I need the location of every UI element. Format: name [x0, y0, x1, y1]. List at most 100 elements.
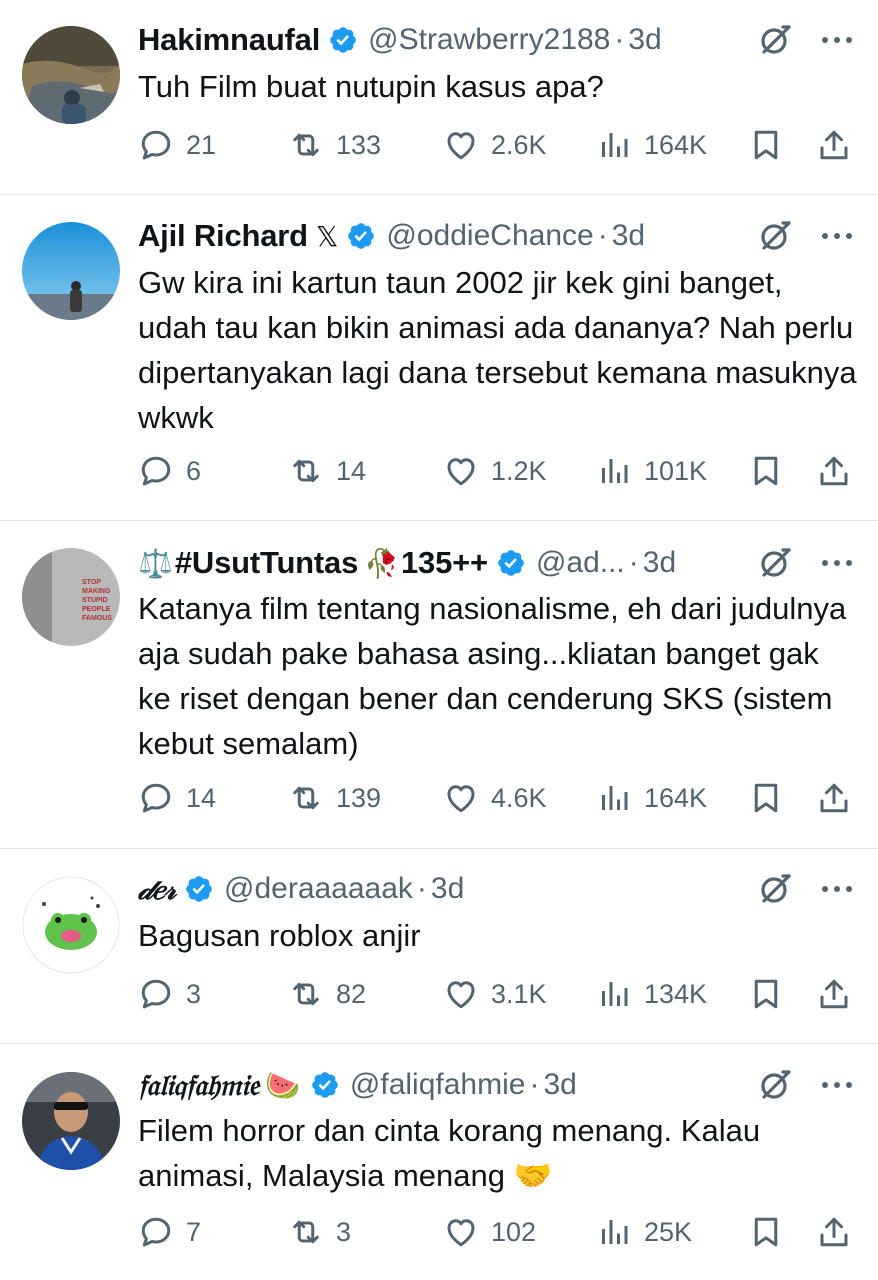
bookmark-button[interactable]	[748, 451, 784, 491]
share-button[interactable]	[816, 974, 852, 1014]
tweet-text: Katanya film tentang nasionalisme, eh da…	[138, 591, 847, 761]
avatar[interactable]	[22, 26, 120, 124]
action-bar: 6 14 1.2K 101K	[138, 451, 858, 491]
timestamp[interactable]: 3d	[612, 219, 645, 253]
share-button[interactable]	[816, 778, 852, 818]
action-bar: 7 3 102 25K	[138, 1212, 858, 1252]
verified-badge-icon	[346, 221, 376, 251]
repost-button[interactable]: 14	[288, 451, 366, 491]
views-icon	[596, 976, 632, 1012]
grok-icon[interactable]	[758, 871, 794, 907]
tweet-header: Hakimnaufal @Strawberry2188 · 3d	[138, 20, 848, 60]
bookmark-button[interactable]	[748, 974, 784, 1014]
reply-button[interactable]: 14	[138, 778, 216, 818]
verified-badge-icon	[328, 25, 358, 55]
avatar[interactable]	[22, 876, 120, 974]
grok-icon[interactable]	[758, 1067, 794, 1103]
action-bar: 21 133 2.6K 164K	[138, 125, 858, 165]
display-name[interactable]: 𝔣𝔞𝔩𝔦𝔮𝔣𝔞𝔥𝔪𝔦𝔢	[138, 1068, 259, 1103]
repost-button[interactable]: 133	[288, 125, 381, 165]
avatar[interactable]: STOP MAKING STUPID PEOPLE FAMOUS	[22, 548, 120, 646]
reply-button[interactable]: 7	[138, 1212, 201, 1252]
reply-feed: Hakimnaufal @Strawberry2188 · 3d Tuh Fil…	[0, 0, 878, 1280]
like-icon	[443, 453, 479, 489]
like-icon	[443, 780, 479, 816]
display-name-suffix[interactable]: 135++	[401, 545, 488, 581]
timestamp[interactable]: 3d	[431, 872, 464, 906]
action-bar: 3 82 3.1K 134K	[138, 974, 858, 1014]
grok-icon[interactable]	[758, 22, 794, 58]
view-count: 134K	[644, 978, 708, 1009]
timestamp[interactable]: 3d	[628, 23, 661, 57]
like-button[interactable]: 3.1K	[443, 974, 547, 1014]
reply-icon	[138, 1214, 174, 1250]
like-button[interactable]: 1.2K	[443, 451, 547, 491]
views-button[interactable]: 164K	[596, 778, 707, 818]
avatar-text-line: STUPID	[82, 597, 108, 604]
separator-dot: ·	[614, 23, 625, 56]
reply-button[interactable]: 6	[138, 451, 201, 491]
like-count: 4.6K	[491, 782, 547, 813]
handle[interactable]: @faliqfahmie	[350, 1068, 526, 1102]
grok-icon[interactable]	[758, 545, 794, 581]
avatar[interactable]	[22, 1072, 120, 1170]
verified-badge-icon	[496, 548, 526, 578]
tweet-text: Tuh Film buat nutupin kasus apa?	[138, 69, 604, 104]
views-icon	[596, 780, 632, 816]
display-name[interactable]: #UsutTuntas	[175, 545, 358, 581]
rose-emoji: 🥀	[364, 547, 399, 579]
share-button[interactable]	[816, 451, 852, 491]
divider	[0, 848, 878, 849]
bookmark-icon	[748, 1214, 784, 1250]
display-name[interactable]: 𝒹𝑒𝓇	[138, 872, 176, 907]
reply-icon	[138, 453, 174, 489]
like-button[interactable]: 4.6K	[443, 778, 547, 818]
reply-button[interactable]: 21	[138, 125, 216, 165]
share-icon	[816, 976, 852, 1012]
like-icon	[443, 127, 479, 163]
grok-icon[interactable]	[758, 218, 794, 254]
more-icon[interactable]	[820, 35, 854, 45]
more-icon[interactable]	[820, 231, 854, 241]
handle[interactable]: @ad...	[536, 546, 625, 580]
repost-count: 139	[336, 782, 382, 813]
reply-button[interactable]: 3	[138, 974, 201, 1014]
timestamp[interactable]: 3d	[643, 546, 676, 580]
handle[interactable]: @Strawberry2188	[368, 23, 610, 57]
more-icon[interactable]	[820, 558, 854, 568]
bookmark-button[interactable]	[748, 778, 784, 818]
like-button[interactable]: 102	[443, 1212, 536, 1252]
repost-button[interactable]: 82	[288, 974, 366, 1014]
tweet-header: 𝒹𝑒𝓇 @deraaaaaak · 3d	[138, 869, 848, 909]
repost-icon	[288, 976, 324, 1012]
more-icon[interactable]	[820, 1080, 854, 1090]
handle[interactable]: @oddieChance	[386, 219, 593, 253]
share-button[interactable]	[816, 1212, 852, 1252]
repost-button[interactable]: 139	[288, 778, 381, 818]
tweet-text: Filem horror dan cinta korang menang. Ka…	[138, 1113, 761, 1193]
like-icon	[443, 1214, 479, 1250]
verified-badge-icon	[184, 874, 214, 904]
display-name[interactable]: Ajil Richard	[138, 218, 308, 254]
avatar[interactable]	[22, 222, 120, 320]
bookmark-icon	[748, 453, 784, 489]
handle[interactable]: @deraaaaaak	[224, 872, 413, 906]
reply-icon	[138, 976, 174, 1012]
views-icon	[596, 127, 632, 163]
more-icon[interactable]	[820, 884, 854, 894]
views-button[interactable]: 164K	[596, 125, 707, 165]
separator-dot: ·	[416, 872, 427, 905]
share-button[interactable]	[816, 125, 852, 165]
timestamp[interactable]: 3d	[543, 1068, 576, 1102]
avatar-text-line: STOP	[82, 579, 101, 586]
like-button[interactable]: 2.6K	[443, 125, 547, 165]
bookmark-button[interactable]	[748, 125, 784, 165]
display-name[interactable]: Hakimnaufal	[138, 22, 320, 58]
repost-button[interactable]: 3	[288, 1212, 351, 1252]
action-bar: 14 139 4.6K 164K	[138, 778, 858, 818]
bookmark-button[interactable]	[748, 1212, 784, 1252]
views-button[interactable]: 25K	[596, 1212, 692, 1252]
share-icon	[816, 127, 852, 163]
views-button[interactable]: 134K	[596, 974, 707, 1014]
views-button[interactable]: 101K	[596, 451, 707, 491]
